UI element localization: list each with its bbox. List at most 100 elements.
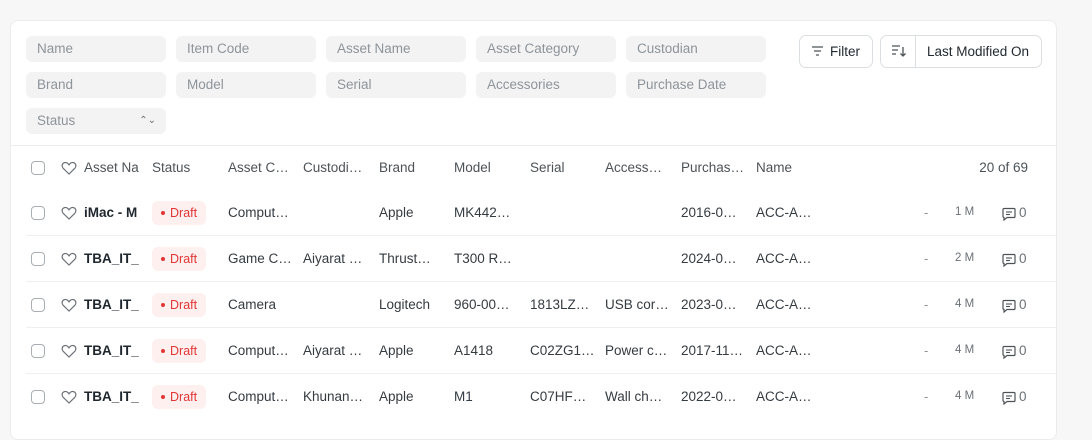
column-header-asset-name[interactable]: Asset Na [84, 160, 140, 175]
cell-model: A1418 [454, 343, 494, 358]
comment-count[interactable]: 0 [1002, 251, 1032, 269]
row-checkbox[interactable] [31, 298, 45, 312]
cell-custodian: Aiyarat … [303, 251, 363, 266]
heart-icon[interactable] [61, 298, 77, 312]
comment-icon [1002, 345, 1016, 359]
custodian-filter-input[interactable]: Custodian [626, 36, 766, 62]
comment-count[interactable]: 0 [1002, 205, 1032, 223]
cell-brand: Thrust… [379, 251, 431, 266]
cell-model: MK442… [454, 205, 511, 220]
comment-icon [1002, 391, 1016, 405]
item-code-filter-input[interactable]: Item Code [176, 36, 316, 62]
comment-count[interactable]: 0 [1002, 297, 1032, 315]
cell-name: ACC-A… [756, 297, 812, 312]
record-count: 20 of 69 [979, 160, 1028, 175]
accessories-filter-input[interactable]: Accessories [476, 72, 616, 98]
serial-filter-input[interactable]: Serial [326, 72, 466, 98]
cell-brand: Logitech [379, 297, 431, 312]
status-badge-label: Draft [170, 390, 198, 404]
comment-count-value: 0 [1019, 251, 1027, 266]
row-checkbox[interactable] [31, 206, 45, 220]
status-badge: Draft [152, 247, 207, 271]
name-filter-input[interactable]: Name [26, 36, 166, 62]
sort-descending-icon [892, 45, 906, 57]
chevron-up-down-icon: ⌃⌄ [139, 115, 156, 126]
status-dot [161, 394, 165, 399]
list-row[interactable]: iMac - M Draft Comput… Apple MK442… 2016-0… AC… [11, 190, 1056, 236]
status-badge: Draft [152, 293, 207, 317]
comment-count[interactable]: 0 [1002, 389, 1032, 407]
status-dot [161, 302, 165, 307]
column-header-model[interactable]: Model [454, 160, 522, 175]
cell-name: ACC-A… [756, 389, 812, 404]
row-checkbox[interactable] [31, 390, 45, 404]
status-filter-label: Status [37, 113, 76, 128]
column-header-custodian[interactable]: Custodi… [303, 160, 371, 175]
list-row[interactable]: TBA_IT_2 Draft Camera Logitech 960-00… 1813LZ… [11, 282, 1056, 328]
status-badge-label: Draft [170, 298, 198, 312]
row-checkbox[interactable] [31, 344, 45, 358]
heart-icon[interactable] [61, 390, 77, 404]
cell-asset-category: Comput… [228, 205, 289, 220]
asset-name-filter-input[interactable]: Asset Name [326, 36, 466, 62]
list-row[interactable]: TBA_IT_2 Draft Comput… Aiyarat … Apple A1418 C… [11, 328, 1056, 374]
asset-category-filter-input[interactable]: Asset Category [476, 36, 616, 62]
heart-icon[interactable] [61, 206, 77, 220]
purchase-date-filter-input[interactable]: Purchase Date [626, 72, 766, 98]
status-dot [161, 256, 165, 261]
cell-purchase-date: 2022-0… [681, 389, 737, 404]
column-header-asset-category[interactable]: Asset C… [228, 160, 296, 175]
column-header-purchase-date[interactable]: Purchas… [681, 160, 749, 175]
list-header: Asset Na Status Asset C… Custodi… Brand … [11, 146, 1056, 190]
asset-name-link[interactable]: TBA_IT_2 [84, 251, 139, 266]
status-badge-label: Draft [170, 206, 198, 220]
list-row[interactable]: TBA_IT_2 Draft Comput… Khunan… Apple M1 C07HF…… [11, 374, 1056, 420]
sort-group: Last Modified On [880, 35, 1042, 68]
row-checkbox[interactable] [31, 252, 45, 266]
comment-count-value: 0 [1019, 389, 1027, 404]
list-row[interactable]: TBA_IT_2 Draft Game C… Aiyarat … Thrust… T300… [11, 236, 1056, 282]
comment-count-value: 0 [1019, 205, 1027, 220]
modified-time: 4 M [955, 298, 975, 310]
sort-field-button[interactable]: Last Modified On [927, 36, 1029, 67]
column-header-brand[interactable]: Brand [379, 160, 447, 175]
row-dash: - [924, 205, 929, 220]
brand-filter-input[interactable]: Brand [26, 72, 166, 98]
sort-direction-button[interactable] [881, 36, 916, 67]
heart-icon[interactable] [61, 344, 77, 358]
cell-asset-category: Camera [228, 297, 277, 312]
column-header-status[interactable]: Status [152, 160, 217, 175]
filter-icon [812, 46, 823, 56]
row-dash: - [924, 389, 929, 404]
cell-model: 960-00… [454, 297, 510, 312]
select-all-checkbox[interactable] [31, 161, 45, 175]
status-badge-label: Draft [170, 344, 198, 358]
comment-count-value: 0 [1019, 297, 1027, 312]
heart-icon[interactable] [61, 252, 77, 266]
status-dot [161, 210, 165, 215]
cell-name: ACC-A… [756, 343, 812, 358]
status-filter-select[interactable]: Status ⌃⌄ [26, 108, 166, 134]
status-badge: Draft [152, 201, 207, 225]
cell-name: ACC-A… [756, 205, 812, 220]
comment-count[interactable]: 0 [1002, 343, 1032, 361]
status-badge: Draft [152, 385, 207, 409]
cell-model: T300 R… [454, 251, 512, 266]
column-header-serial[interactable]: Serial [530, 160, 598, 175]
comment-icon [1002, 299, 1016, 313]
model-filter-input[interactable]: Model [176, 72, 316, 98]
cell-brand: Apple [379, 343, 414, 358]
asset-name-link[interactable]: TBA_IT_2 [84, 297, 139, 312]
filter-button[interactable]: Filter [799, 35, 873, 68]
asset-name-link[interactable]: iMac - M [84, 205, 139, 220]
cell-purchase-date: 2024-0… [681, 251, 737, 266]
comment-icon [1002, 207, 1016, 221]
column-header-name[interactable]: Name [756, 160, 824, 175]
modified-time: 4 M [955, 344, 975, 356]
column-header-accessories[interactable]: Access… [605, 160, 673, 175]
asset-name-link[interactable]: TBA_IT_2 [84, 343, 139, 358]
asset-name-link[interactable]: TBA_IT_2 [84, 389, 139, 404]
list-view-card: Name Item Code Asset Name Asset Category… [10, 20, 1057, 440]
cell-purchase-date: 2016-0… [681, 205, 737, 220]
heart-icon[interactable] [61, 161, 77, 175]
